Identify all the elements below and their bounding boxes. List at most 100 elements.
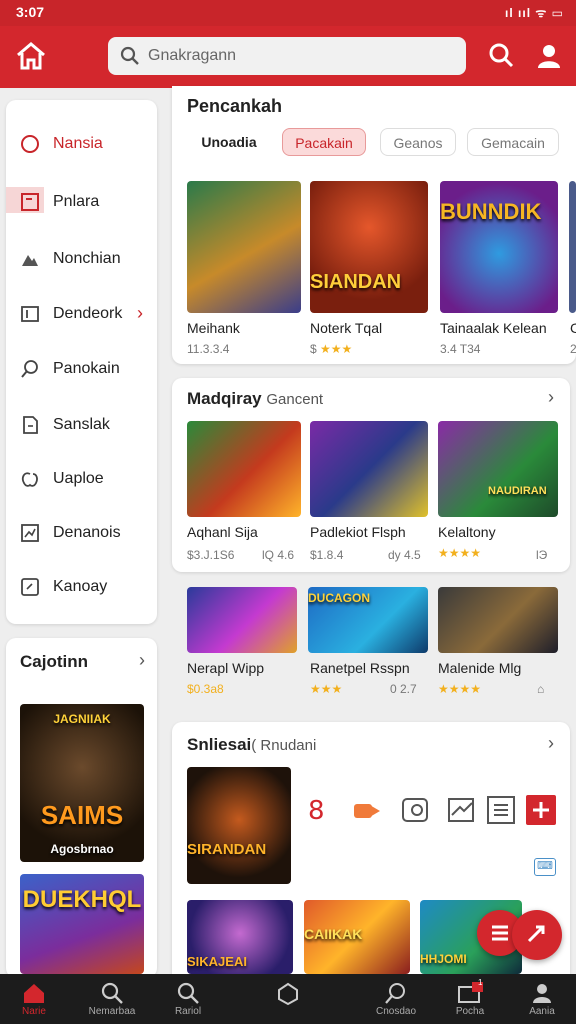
left-collection-card: Cajotinn › JAGNIIAK SAIMS Agosbrnao DUEK…	[6, 638, 157, 978]
game-price: $	[310, 342, 317, 356]
nav-label: Aania	[529, 1006, 555, 1017]
book-icon	[20, 304, 40, 324]
game-name: Noterk Tqal	[310, 320, 383, 336]
nav-aania[interactable]: Aania	[502, 974, 576, 1024]
rating-stars: ★★★★	[438, 546, 482, 560]
game-thumbnail[interactable]	[310, 421, 428, 517]
rating-stars: ★★★★	[438, 682, 482, 696]
search-input[interactable]: Gnakragann	[108, 37, 466, 75]
game-thumbnail[interactable]	[438, 587, 558, 653]
sidebar-item-sanslak[interactable]: Sanslak	[6, 405, 157, 445]
image-icon[interactable]	[446, 795, 476, 825]
card-icon	[20, 577, 40, 597]
game-thumbnail[interactable]	[187, 587, 297, 653]
list-icon[interactable]	[486, 795, 516, 825]
sidebar-item-kanoay[interactable]: Kanoay	[6, 567, 157, 607]
sidebar-item-label: Kanoay	[53, 578, 108, 595]
sidebar-item-label: Denanois	[53, 524, 121, 541]
search-icon[interactable]	[486, 40, 516, 72]
nav-rariol[interactable]: Rariol	[148, 974, 228, 1024]
cover-subtitle: Agosbrnao	[50, 842, 114, 856]
game-name: Padlekiot Flsph	[310, 524, 406, 540]
game-meta: $1.8.4	[310, 548, 344, 562]
nav-center[interactable]	[248, 974, 328, 1024]
chip-pacakain[interactable]: Pacakain	[282, 128, 366, 156]
chevron-right-icon[interactable]: ›	[548, 733, 554, 754]
game-thumbnail[interactable]: BUNNDIK	[440, 181, 558, 313]
profile-icon[interactable]	[534, 40, 564, 72]
game-meta: 0 2.7	[390, 682, 417, 696]
bottom-navigation: Narie Nemarbaa Rariol Cnosdao Pocha 1 Aa…	[0, 974, 576, 1024]
game-thumbnail[interactable]: SIANDAN	[310, 181, 428, 313]
game-meta: $3.J.1S6	[187, 548, 235, 562]
home-icon[interactable]	[14, 40, 48, 72]
nav-cnosdao[interactable]: Cnosdao	[356, 974, 436, 1024]
game-meta: lЭ	[536, 548, 548, 562]
section-subtitle: Gancent	[266, 391, 324, 408]
game-thumbnail[interactable]: CAIIKAK	[304, 900, 410, 974]
sidebar-item-denanois[interactable]: Denanois	[6, 513, 157, 553]
game-meta: ★★★★	[438, 682, 481, 696]
game-thumbnail[interactable]	[569, 181, 576, 313]
nav-pocha[interactable]: Pocha 1	[430, 974, 510, 1024]
rating-stars: ★★★	[320, 342, 353, 356]
status-time: 3:07	[16, 4, 45, 20]
game-name: Aqhanl Sija	[187, 524, 258, 540]
share-icon[interactable]: 8	[304, 795, 334, 826]
section-title-text: Snliesai	[187, 735, 252, 754]
game-thumbnail[interactable]: SIKAJEAI	[187, 900, 293, 974]
square-icon	[20, 192, 40, 212]
nav-nemarbaa[interactable]: Nemarbaa	[72, 974, 152, 1024]
sidebar: Nansia Pnlara Nonchian Dendeork › Panoka…	[6, 100, 157, 624]
section-title-text: Madqiray	[187, 389, 262, 408]
chevron-right-icon: ›	[137, 303, 143, 323]
collection-title: Cajotinn	[20, 652, 88, 671]
refresh-icon[interactable]	[400, 795, 430, 825]
sidebar-item-nansia[interactable]: Nansia	[6, 124, 157, 164]
status-bar: 3:07 ıl ııl ᯤ ▭	[0, 0, 576, 26]
game-cover[interactable]: JAGNIIAK SAIMS Agosbrnao	[20, 704, 144, 862]
game-thumbnail[interactable]	[187, 181, 301, 313]
nav-home[interactable]: Narie	[0, 974, 68, 1024]
game-meta: lQ 4.6	[262, 548, 295, 562]
chip-gemacain[interactable]: Gemacain	[467, 128, 559, 156]
game-meta: $0.3a8	[187, 682, 224, 696]
app-bar: Gnakragann	[0, 26, 576, 88]
sidebar-item-label: Uaploe	[53, 470, 104, 487]
next-icon[interactable]	[352, 795, 382, 825]
sidebar-item-pnlara[interactable]: Pnlara	[6, 182, 157, 222]
game-meta: ★★★★	[438, 546, 481, 560]
game-name: Nerapl Wipp	[187, 660, 265, 676]
search-icon	[101, 982, 123, 1004]
game-name: Meihank	[187, 320, 240, 336]
cover-title: SIRANDAN	[187, 841, 267, 858]
game-thumbnail[interactable]: SIRANDAN	[187, 767, 291, 884]
section-title: Madqiray Gancent	[187, 389, 323, 409]
game-meta: $ ★★★	[310, 342, 352, 356]
game-thumbnail[interactable]	[187, 421, 301, 517]
status-icons: ıl ııl ᯤ ▭	[505, 6, 564, 20]
chip-unoadia[interactable]: Unoadia	[187, 128, 271, 156]
sidebar-item-nonchian[interactable]: Nonchian	[6, 239, 157, 279]
cover-title: DUCAGON	[308, 591, 370, 605]
compose-fab[interactable]	[512, 910, 562, 960]
add-icon[interactable]	[526, 795, 556, 825]
sidebar-item-dendeork[interactable]: Dendeork ›	[6, 294, 157, 334]
sidebar-item-label: Pnlara	[53, 193, 100, 210]
explore-icon	[385, 983, 405, 1004]
apple-icon	[20, 469, 40, 489]
game-name: Kelaltony	[438, 524, 496, 540]
game-name: Tainaalak Kelean	[440, 320, 547, 336]
game-thumbnail[interactable]: DUCAGON	[308, 587, 428, 653]
sidebar-item-uaploe[interactable]: Uaploe	[6, 459, 157, 499]
game-thumbnail[interactable]: NAUDIRAN	[438, 421, 558, 517]
chevron-right-icon[interactable]: ›	[139, 650, 145, 671]
sidebar-item-panokain[interactable]: Panokain	[6, 349, 157, 389]
game-cover[interactable]: DUEKHQL	[20, 874, 144, 974]
chip-geanos[interactable]: Geanos	[380, 128, 456, 156]
mountain-icon	[20, 249, 40, 269]
cover-title: CAIIKAK	[304, 926, 363, 942]
chevron-right-icon[interactable]: ›	[548, 387, 554, 408]
keyboard-icon[interactable]: ⌨	[534, 858, 556, 876]
notification-badge: 1	[478, 978, 483, 987]
